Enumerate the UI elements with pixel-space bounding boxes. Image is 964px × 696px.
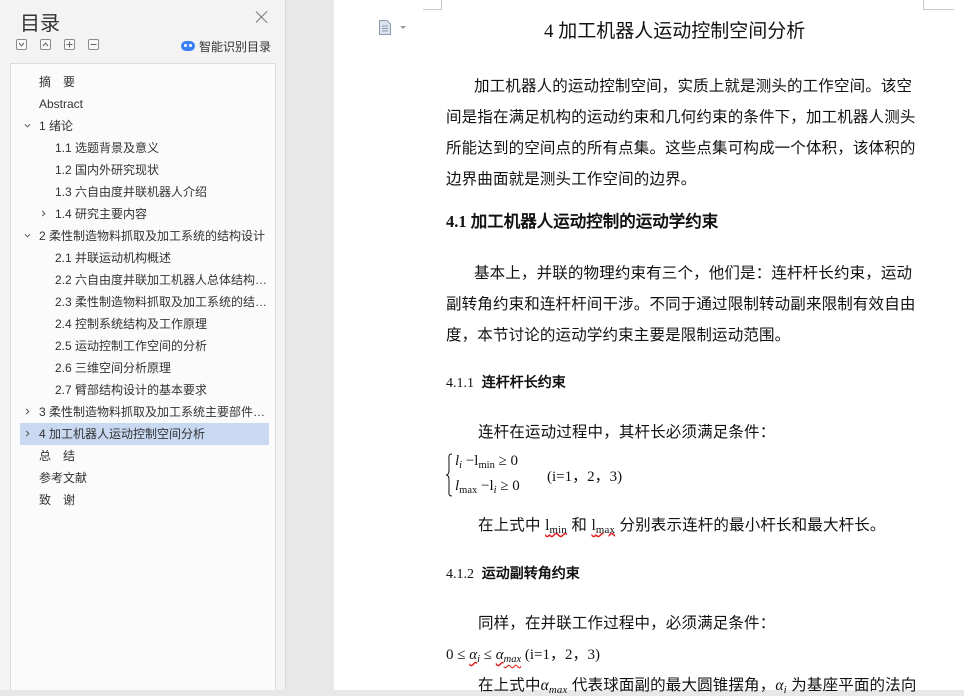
equation-inline: 0 ≤ αi ≤ αmax (i=1，2，3) [446, 647, 601, 665]
ai-icon [181, 41, 195, 51]
paragraph-line: 所能达到的空间点的所有点集。这些点集可构成一个体积，该体积的 [446, 140, 916, 157]
toc-item-2-7[interactable]: 2.7 臂部结构设计的基本要求 [20, 379, 269, 401]
toc-item-summary[interactable]: 总 结 [20, 445, 269, 467]
section-heading-4-1: 4.1 加工机器人运动控制的运动学约束 [446, 212, 719, 231]
paragraph-line: 连杆在运动过程中，其杆长必须满足条件： [478, 424, 776, 441]
smart-toc-button[interactable]: 智能识别目录 [181, 38, 271, 54]
toc-item-2-2[interactable]: 2.2 六自由度并联加工机器人总体结构设计 [20, 269, 269, 291]
remove-heading-icon[interactable] [88, 39, 99, 50]
paragraph-line: 边界曲面就是测头工作空间的边界。 [446, 171, 697, 188]
paragraph-line: 在上式中 lmin 和 lmax 分别表示连杆的最小杆长和最大杆长。 [478, 517, 886, 536]
toc-item-ch2[interactable]: 2 柔性制造物料抓取及加工系统的结构设计 [20, 225, 269, 247]
collapse-all-icon[interactable] [40, 39, 51, 50]
section-title: 运动副转角约束 [481, 565, 580, 581]
toc-title: 目录 [20, 13, 60, 35]
paragraph-line: 加工机器人的运动控制空间，实质上就是测头的工作空间。该空 [474, 78, 913, 95]
toc-item-1-3[interactable]: 1.3 六自由度并联机器人介绍 [20, 181, 269, 203]
toc-item-ch1[interactable]: 1 绪论 [20, 115, 269, 137]
dropdown-arrow-icon[interactable] [400, 26, 406, 29]
toc-item-abstract-en[interactable]: Abstract [20, 93, 269, 115]
paragraph-line: 基本上，并联的物理约束有三个，他们是：连杆杆长约束，运动 [474, 265, 913, 282]
document-area[interactable]: 4 加工机器人运动控制空间分析 加工机器人的运动控制空间，实质上就是测头的工作空… [286, 0, 964, 696]
chevron-right-icon[interactable] [24, 430, 31, 437]
toc-panel: 目录 智能识别目录 摘 要 Abstract 1 绪论 1.1 选题背景及意义 … [0, 0, 286, 690]
toc-item-abstract-cn[interactable]: 摘 要 [20, 71, 269, 93]
page-corner-mark [923, 0, 954, 10]
chapter-title: 4 加工机器人运动控制空间分析 [544, 21, 806, 42]
paragraph-line: 间是指在满足机构的运动约束和几何约束的条件下，加工机器人测头 [446, 109, 916, 126]
toc-item-references[interactable]: 参考文献 [20, 467, 269, 489]
add-heading-icon[interactable] [64, 39, 75, 50]
section-title: 连杆杆长约束 [481, 374, 566, 390]
expand-all-icon[interactable] [16, 39, 27, 50]
document-page[interactable]: 4 加工机器人运动控制空间分析 加工机器人的运动控制空间，实质上就是测头的工作空… [334, 0, 964, 696]
toc-item-2-5[interactable]: 2.5 运动控制工作空间的分析 [20, 335, 269, 357]
toc-item-2-1[interactable]: 2.1 并联运动机构概述 [20, 247, 269, 269]
toc-item-thanks[interactable]: 致 谢 [20, 489, 269, 511]
toc-item-ch3[interactable]: 3 柔性制造物料抓取及加工系统主要部件设计 [20, 401, 269, 423]
equation-row: li −lmin ≥ 0 [455, 453, 519, 471]
toc-item-2-4[interactable]: 2.4 控制系统结构及工作原理 [20, 313, 269, 335]
toc-item-1-4[interactable]: 1.4 研究主要内容 [20, 203, 269, 225]
toc-item-1-2[interactable]: 1.2 国内外研究现状 [20, 159, 269, 181]
smart-toc-label: 智能识别目录 [199, 39, 272, 54]
paragraph-line: 度，本节讨论的运动学约束主要是限制运动范围。 [446, 327, 791, 344]
toc-item-2-6[interactable]: 2.6 三维空间分析原理 [20, 357, 269, 379]
section-heading-4-1-2: 4.1.2 运动副转角约束 [446, 563, 580, 583]
paragraph-line: 副转角约束和连杆杆间干涉。不同于通过限制转动副来限制有效自由 [446, 296, 916, 313]
paragraph-line: 同样，在并联工作过程中，必须满足条件： [478, 615, 776, 632]
section-heading-4-1-1: 4.1.1 连杆杆长约束 [446, 372, 566, 392]
left-brace [445, 453, 453, 497]
section-number: 4.1.1 [446, 376, 474, 391]
close-icon[interactable] [255, 10, 269, 24]
page-corner-mark [423, 0, 442, 10]
equation-row: lmax −li ≥ 0 [455, 478, 520, 496]
toc-item-2-3[interactable]: 2.3 柔性制造物料抓取及加工系统的结构设计 [20, 291, 269, 313]
paragraph-line: 在上式中αmax 代表球面副的最大圆锥摆角，αi 为基座平面的法向 [478, 677, 917, 696]
toc-item-1-1[interactable]: 1.1 选题背景及意义 [20, 137, 269, 159]
equation-condition: (i=1，2，3) [547, 469, 623, 485]
toc-item-ch4[interactable]: 4 加工机器人运动控制空间分析 [20, 423, 269, 445]
section-number: 4.1.2 [446, 567, 474, 582]
document-icon[interactable] [379, 20, 391, 35]
toc-list: 摘 要 Abstract 1 绪论 1.1 选题背景及意义 1.2 国内外研究现… [10, 63, 276, 690]
